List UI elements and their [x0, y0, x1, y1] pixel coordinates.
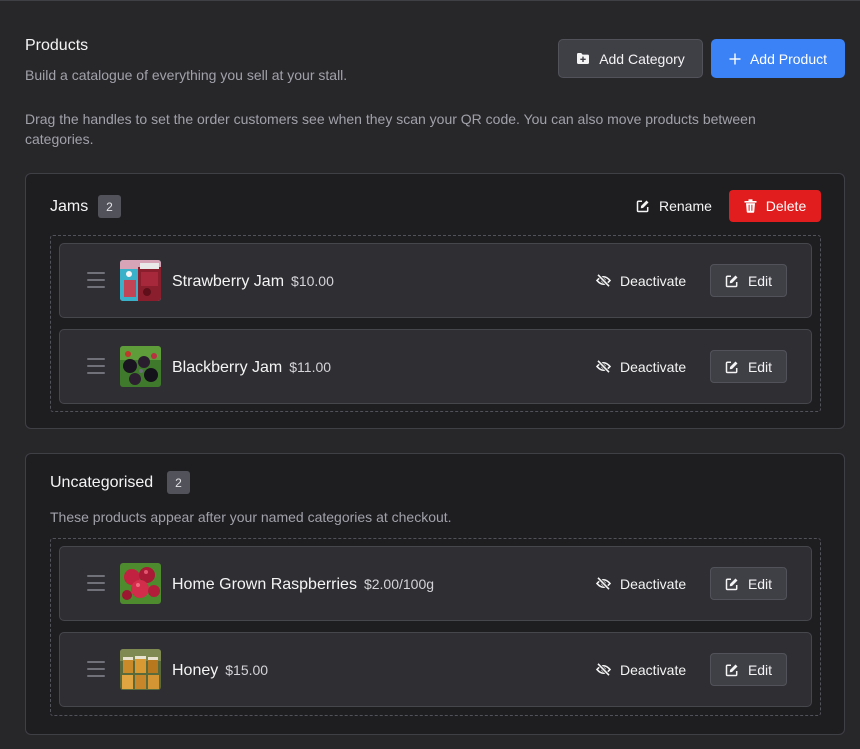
product-row-honey: Honey $15.00 Deactivate Edit	[59, 632, 812, 707]
folder-plus-icon	[576, 52, 590, 65]
deactivate-label: Deactivate	[620, 575, 687, 592]
product-name: Honey $15.00	[172, 662, 269, 679]
edit-icon	[725, 360, 739, 374]
product-price: $11.00	[289, 359, 332, 375]
edit-product-button[interactable]: Edit	[710, 567, 787, 600]
deactivate-label: Deactivate	[620, 661, 687, 678]
add-product-label: Add Product	[749, 50, 828, 67]
product-dropzone: Strawberry Jam $10.00 Deactivate Edit Bl…	[50, 235, 821, 412]
eye-off-icon	[596, 360, 611, 373]
trash-icon	[744, 199, 757, 213]
drag-handle-icon[interactable]	[87, 575, 105, 591]
category-description: These products appear after your named c…	[50, 509, 452, 525]
eye-off-icon	[596, 274, 611, 287]
blackberry-jam-thumbnail	[120, 346, 161, 387]
edit-icon	[725, 577, 739, 591]
add-category-button[interactable]: Add Category	[558, 39, 703, 78]
deactivate-button[interactable]: Deactivate	[596, 264, 696, 297]
instructions-text: Drag the handles to set the order custom…	[25, 111, 756, 147]
category-card-jams: Jams 2 Rename Delete Strawberry Jam $10.…	[25, 173, 845, 429]
product-price: $15.00	[225, 662, 269, 678]
edit-product-button[interactable]: Edit	[710, 264, 787, 297]
edit-label: Edit	[747, 272, 773, 289]
drag-handle-icon[interactable]	[87, 272, 105, 288]
product-price: $2.00/100g	[363, 576, 435, 592]
edit-label: Edit	[747, 358, 773, 375]
drag-handle-icon[interactable]	[87, 661, 105, 677]
category-title: Uncategorised	[50, 474, 154, 491]
delete-category-button[interactable]: Delete	[729, 190, 821, 222]
edit-icon	[725, 274, 739, 288]
raspberries-thumbnail	[120, 563, 161, 604]
edit-icon	[636, 199, 650, 213]
page-title: Products	[25, 37, 89, 54]
drag-handle-icon[interactable]	[87, 358, 105, 374]
product-name: Blackberry Jam $11.00	[172, 359, 332, 376]
deactivate-button[interactable]: Deactivate	[596, 653, 696, 686]
page-subtitle: Build a catalogue of everything you sell…	[25, 67, 348, 83]
add-category-label: Add Category	[599, 50, 685, 67]
product-row-blackberry-jam: Blackberry Jam $11.00 Deactivate Edit	[59, 329, 812, 404]
deactivate-button[interactable]: Deactivate	[596, 350, 696, 383]
deactivate-label: Deactivate	[620, 272, 687, 289]
delete-label: Delete	[765, 198, 807, 214]
edit-product-button[interactable]: Edit	[710, 653, 787, 686]
honey-thumbnail	[120, 649, 161, 690]
product-count-badge: 2	[98, 195, 121, 218]
page-header: Products Build a catalogue of everything…	[25, 36, 347, 84]
strawberry-jam-thumbnail	[120, 260, 161, 301]
deactivate-button[interactable]: Deactivate	[596, 567, 696, 600]
add-product-button[interactable]: Add Product	[711, 39, 845, 78]
eye-off-icon	[596, 577, 611, 590]
product-price: $10.00	[291, 273, 334, 289]
product-dropzone: Home Grown Raspberries $2.00/100g Deactiv…	[50, 538, 821, 716]
product-row-raspberries: Home Grown Raspberries $2.00/100g Deactiv…	[59, 546, 812, 621]
product-name: Home Grown Raspberries $2.00/100g	[172, 576, 435, 593]
edit-label: Edit	[747, 661, 773, 678]
product-row-strawberry-jam: Strawberry Jam $10.00 Deactivate Edit	[59, 243, 812, 318]
deactivate-label: Deactivate	[620, 358, 687, 375]
product-count-badge: 2	[167, 471, 190, 494]
product-name: Strawberry Jam $10.00	[172, 273, 334, 290]
eye-off-icon	[596, 663, 611, 676]
plus-icon	[729, 53, 741, 65]
edit-label: Edit	[747, 575, 773, 592]
top-divider	[0, 0, 860, 1]
category-card-uncategorised: Uncategorised 2 These products appear af…	[25, 453, 845, 735]
category-title: Jams	[50, 198, 89, 215]
rename-category-button[interactable]: Rename	[636, 190, 726, 222]
rename-label: Rename	[659, 198, 712, 214]
edit-icon	[725, 663, 739, 677]
edit-product-button[interactable]: Edit	[710, 350, 787, 383]
